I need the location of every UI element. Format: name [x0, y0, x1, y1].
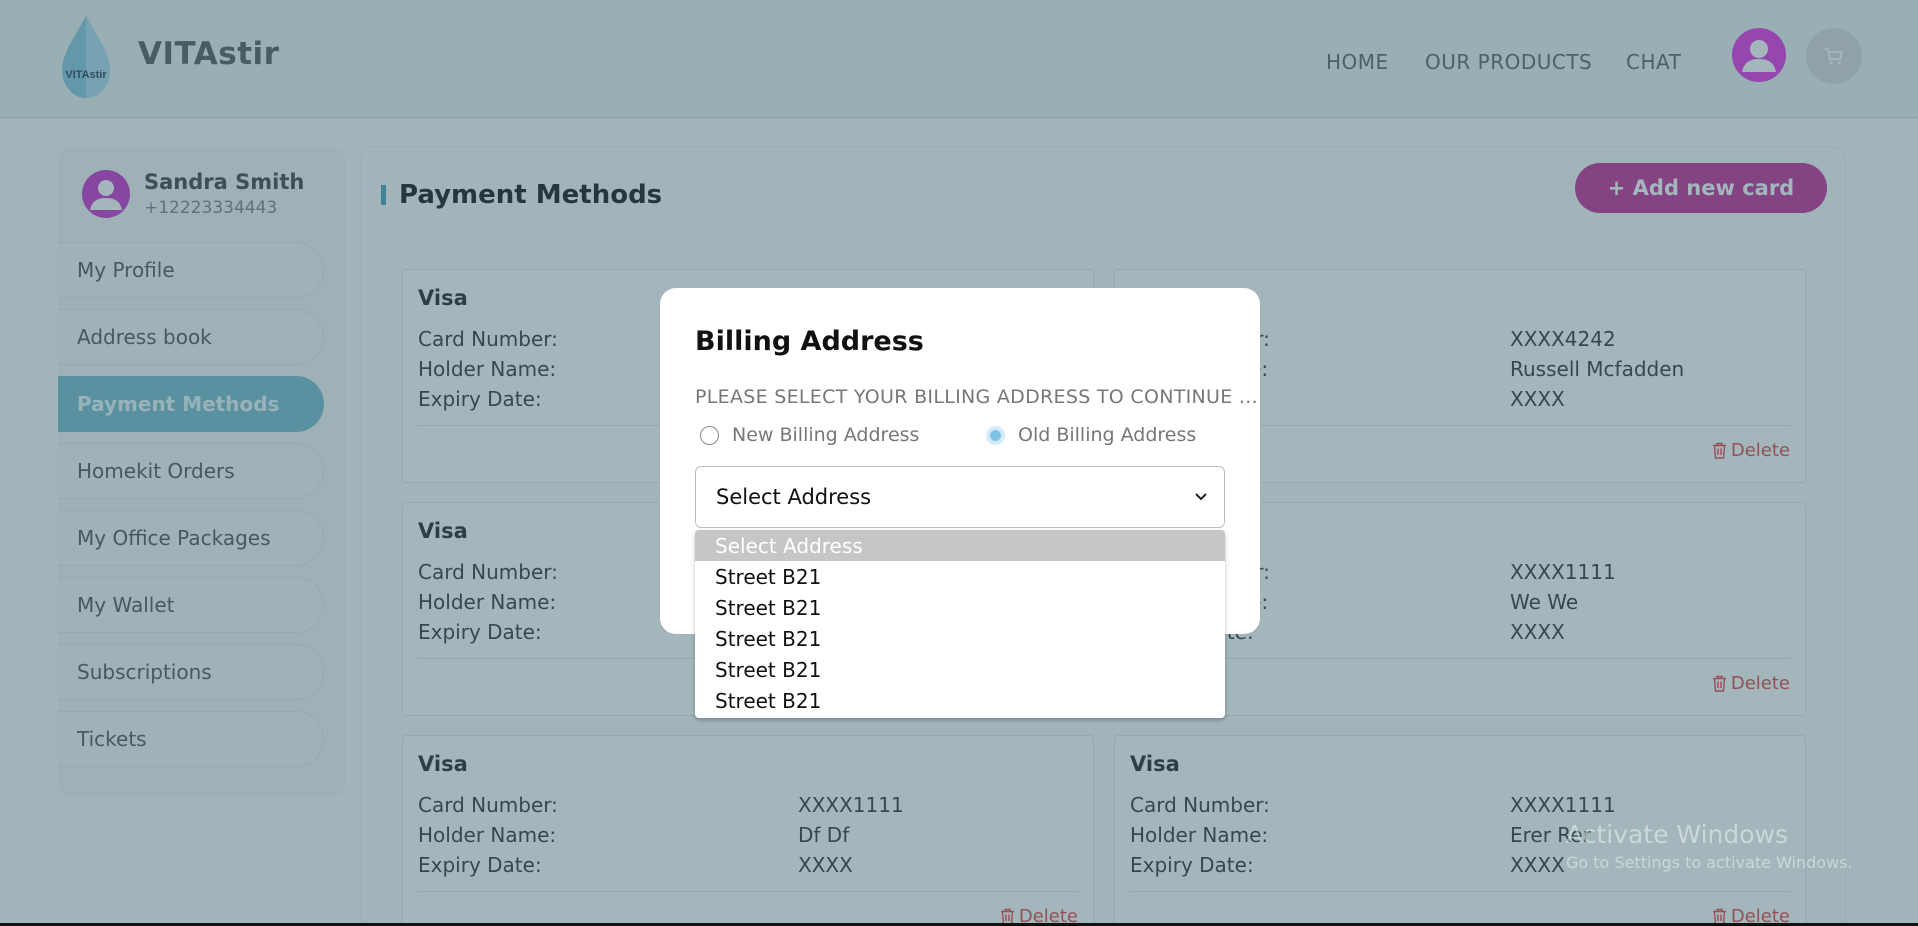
modal-title: Billing Address	[695, 326, 924, 357]
old-billing-address-radio[interactable]: Old Billing Address	[986, 424, 1196, 446]
address-dropdown-list: Select Address Street B21 Street B21 Str…	[695, 530, 1225, 718]
radio-label: New Billing Address	[732, 424, 920, 446]
dropdown-option[interactable]: Select Address	[695, 530, 1225, 561]
activate-windows-subtitle: Go to Settings to activate Windows.	[1566, 853, 1853, 872]
activate-windows-title: Activate Windows	[1566, 820, 1788, 849]
modal-prompt: PLEASE SELECT YOUR BILLING ADDRESS TO CO…	[695, 386, 1258, 408]
chevron-down-icon	[1195, 493, 1207, 501]
radio-checked-icon	[986, 425, 1005, 445]
dropdown-option[interactable]: Street B21	[695, 623, 1225, 654]
dropdown-option[interactable]: Street B21	[695, 685, 1225, 716]
dropdown-option[interactable]: Street B21	[695, 654, 1225, 685]
address-select[interactable]: Select Address	[695, 466, 1225, 528]
radio-unchecked-icon	[700, 425, 719, 445]
new-billing-address-radio[interactable]: New Billing Address	[700, 424, 919, 446]
radio-label: Old Billing Address	[1018, 424, 1197, 446]
dropdown-option[interactable]: Street B21	[695, 561, 1225, 592]
dropdown-option[interactable]: Street B21	[695, 592, 1225, 623]
select-value: Select Address	[716, 485, 872, 509]
